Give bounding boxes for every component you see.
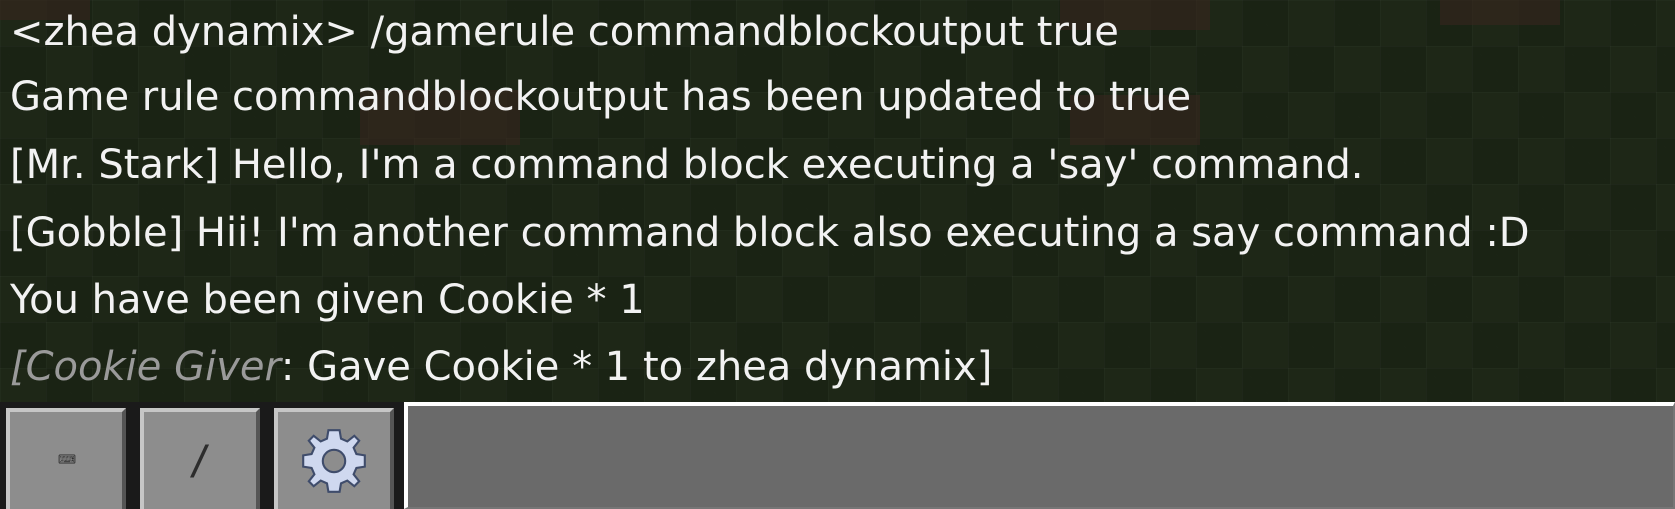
- chat-log: <zhea dynamix> /gamerule commandblockout…: [0, 0, 1675, 402]
- chat-message: [Cookie Giver: Gave Cookie * 1 to zhea d…: [10, 333, 992, 401]
- game-world-background: <zhea dynamix> /gamerule commandblockout…: [0, 0, 1675, 509]
- keyboard-button[interactable]: ⌨: [6, 408, 126, 509]
- chat-message: [Mr. Stark] Hello, I'm a command block e…: [10, 142, 1364, 188]
- slash-icon: /: [187, 437, 213, 484]
- command-block-name: [Cookie Giver: [10, 344, 281, 390]
- keyboard-icon: ⌨: [57, 443, 76, 478]
- settings-button[interactable]: [274, 408, 394, 509]
- chat-toolbar: ⌨ /: [0, 402, 1675, 509]
- chat-message: Game rule commandblockoutput has been up…: [10, 74, 1192, 120]
- chat-message: You have been given Cookie * 1: [10, 277, 645, 323]
- gear-icon: [302, 428, 366, 493]
- slash-command-button[interactable]: /: [140, 408, 260, 509]
- chat-message: [Gobble] Hii! I'm another command block …: [10, 210, 1530, 256]
- command-output-text: : Gave Cookie * 1 to zhea dynamix]: [280, 344, 993, 390]
- chat-message: <zhea dynamix> /gamerule commandblockout…: [10, 9, 1119, 55]
- chat-input[interactable]: [404, 402, 1675, 509]
